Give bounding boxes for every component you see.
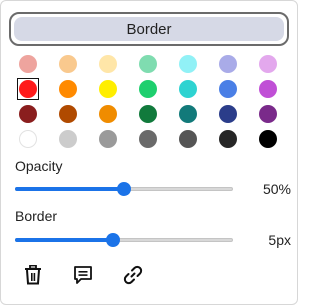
color-swatch[interactable] <box>139 80 157 98</box>
color-swatch[interactable] <box>139 55 157 73</box>
color-swatch[interactable] <box>179 80 197 98</box>
opacity-slider-row: 50% <box>15 179 291 199</box>
delete-button[interactable] <box>23 263 43 287</box>
border-value: 5px <box>268 232 291 248</box>
color-swatch[interactable] <box>179 105 197 123</box>
opacity-value: 50% <box>262 181 291 197</box>
color-swatch[interactable] <box>139 105 157 123</box>
color-swatch[interactable] <box>259 80 277 98</box>
color-swatch[interactable] <box>19 130 37 148</box>
border-slider-fill <box>15 238 113 242</box>
style-popover: Border Opacity 50% Border 5px <box>0 0 298 305</box>
tab-border[interactable]: Border <box>14 17 284 41</box>
link-button[interactable] <box>123 263 143 287</box>
color-swatch[interactable] <box>259 130 277 148</box>
color-swatch[interactable] <box>59 55 77 73</box>
color-swatch[interactable] <box>99 80 117 98</box>
color-swatch[interactable] <box>99 55 117 73</box>
link-icon <box>123 265 143 285</box>
color-swatch[interactable] <box>219 105 237 123</box>
color-swatch[interactable] <box>59 105 77 123</box>
color-palette <box>17 55 285 148</box>
color-swatch[interactable] <box>179 130 197 148</box>
comment-button[interactable] <box>73 263 93 287</box>
border-label: Border <box>15 208 58 224</box>
color-swatch[interactable] <box>219 80 237 98</box>
tab-bar: Border <box>9 12 289 46</box>
color-swatch[interactable] <box>259 105 277 123</box>
color-swatch[interactable] <box>219 130 237 148</box>
color-swatch[interactable] <box>99 130 117 148</box>
action-toolbar <box>23 263 143 287</box>
color-swatch[interactable] <box>17 78 39 100</box>
comment-icon <box>74 266 92 284</box>
color-swatch[interactable] <box>19 55 37 73</box>
color-swatch[interactable] <box>59 80 77 98</box>
opacity-slider-fill <box>15 187 124 191</box>
border-slider-thumb[interactable] <box>106 233 120 247</box>
color-swatch[interactable] <box>59 130 77 148</box>
opacity-slider-thumb[interactable] <box>117 182 131 196</box>
color-swatch[interactable] <box>99 105 117 123</box>
color-swatch[interactable] <box>139 130 157 148</box>
trash-icon <box>25 265 41 285</box>
color-swatch[interactable] <box>19 105 37 123</box>
border-slider-row: 5px <box>15 230 291 250</box>
color-swatch[interactable] <box>179 55 197 73</box>
color-swatch[interactable] <box>219 55 237 73</box>
color-swatch[interactable] <box>259 55 277 73</box>
opacity-label: Opacity <box>15 158 63 174</box>
